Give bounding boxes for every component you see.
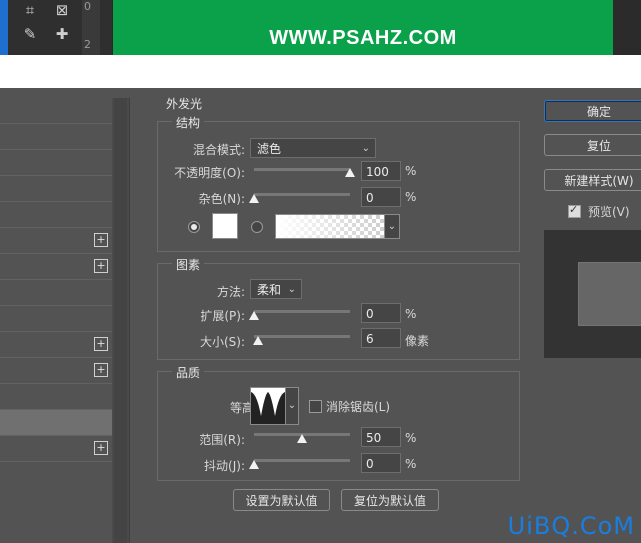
gradient-swatch[interactable] xyxy=(275,214,385,239)
panel-divider xyxy=(129,98,130,543)
jitter-unit: % xyxy=(405,457,417,471)
tools-panel: ⌗ ⊠ ✎ ✚ 0 2 xyxy=(0,0,112,55)
style-list-item[interactable] xyxy=(0,384,112,410)
panel-title: 外发光 xyxy=(162,95,207,112)
method-select[interactable]: 柔和 ⌄ xyxy=(250,279,302,299)
glow-color-swatch[interactable] xyxy=(212,213,238,239)
preview-checkbox[interactable] xyxy=(568,203,581,218)
contour-curve-icon xyxy=(251,392,285,424)
method-label: 方法: xyxy=(216,285,245,299)
preview-swatch xyxy=(578,262,641,326)
watermark: UiBQ.CoM xyxy=(507,512,635,540)
size-slider-thumb[interactable] xyxy=(252,336,263,345)
jitter-label: 抖动(J): xyxy=(204,459,245,473)
scrollbar-thumb[interactable] xyxy=(114,98,127,543)
style-list-item[interactable] xyxy=(0,280,112,306)
opacity-slider-thumb[interactable] xyxy=(345,168,355,177)
gradient-radio[interactable] xyxy=(251,221,263,233)
range-label: 范围(R): xyxy=(199,433,245,447)
eyedropper-icon[interactable]: ✎ xyxy=(20,24,40,44)
style-list: + + + + + xyxy=(0,98,112,543)
tools-edge xyxy=(0,0,8,55)
add-style-icon[interactable]: + xyxy=(94,233,108,247)
set-default-button[interactable]: 设置为默认值 xyxy=(233,489,330,511)
ruler-tick-label: 0 xyxy=(84,0,91,13)
blend-mode-value: 滤色 xyxy=(257,142,282,156)
style-list-item[interactable]: + xyxy=(0,358,112,384)
noise-label: 杂色(N): xyxy=(198,192,245,206)
opacity-slider[interactable] xyxy=(254,168,350,171)
range-slider-thumb[interactable] xyxy=(297,434,307,443)
noise-input[interactable]: 0 xyxy=(361,187,401,207)
jitter-slider-thumb[interactable] xyxy=(249,460,259,469)
canvas-white-strip xyxy=(0,55,641,88)
style-preview xyxy=(544,230,641,358)
chevron-down-icon[interactable]: ⌄ xyxy=(285,387,299,425)
spread-unit: % xyxy=(405,307,417,321)
style-list-item[interactable] xyxy=(0,98,112,124)
ok-button[interactable]: 确定 xyxy=(544,100,641,122)
frame-icon[interactable]: ⊠ xyxy=(52,0,72,20)
preview-label: 预览(V) xyxy=(588,205,630,219)
noise-unit: % xyxy=(405,190,417,204)
style-list-scrollbar[interactable] xyxy=(112,98,129,543)
style-list-item[interactable] xyxy=(0,150,112,176)
size-slider[interactable] xyxy=(254,335,350,338)
blend-mode-select[interactable]: 滤色 ⌄ xyxy=(250,138,376,158)
size-label: 大小(S): xyxy=(199,335,245,349)
ruler-tick-label: 2 xyxy=(84,38,91,51)
elements-title: 图素 xyxy=(172,256,205,273)
chevron-down-icon[interactable]: ⌄ xyxy=(384,214,400,239)
style-list-item[interactable] xyxy=(0,124,112,150)
spread-input[interactable]: 0 xyxy=(361,303,401,323)
opacity-unit: % xyxy=(405,164,417,178)
spread-label: 扩展(P): xyxy=(200,309,245,323)
size-input[interactable]: 6 xyxy=(361,328,401,348)
opacity-input[interactable]: 100 xyxy=(361,161,401,181)
healing-brush-icon[interactable]: ✚ xyxy=(52,24,72,44)
style-list-item[interactable]: + xyxy=(0,228,112,254)
reset-default-button[interactable]: 复位为默认值 xyxy=(341,489,439,511)
add-style-icon[interactable]: + xyxy=(94,259,108,273)
structure-title: 结构 xyxy=(172,114,205,131)
canvas-edge xyxy=(613,0,641,55)
blend-mode-label: 混合模式: xyxy=(192,143,245,157)
quality-title: 品质 xyxy=(172,364,205,381)
style-list-item[interactable] xyxy=(0,410,112,436)
chevron-down-icon: ⌄ xyxy=(287,284,296,295)
vertical-ruler: 0 2 xyxy=(82,0,100,55)
antialias-label: 消除锯齿(L) xyxy=(326,400,391,414)
solid-color-radio[interactable] xyxy=(188,221,200,233)
chevron-down-icon: ⌄ xyxy=(361,143,370,154)
crop-icon[interactable]: ⌗ xyxy=(20,0,40,20)
size-unit: 像素 xyxy=(405,334,430,348)
jitter-input[interactable]: 0 xyxy=(361,453,401,473)
range-unit: % xyxy=(405,431,417,445)
spread-slider[interactable] xyxy=(254,310,350,313)
noise-slider-thumb[interactable] xyxy=(249,194,259,203)
reset-button[interactable]: 复位 xyxy=(544,134,641,156)
jitter-slider[interactable] xyxy=(254,459,350,462)
style-list-item[interactable] xyxy=(0,202,112,228)
new-style-button[interactable]: 新建样式(W) xyxy=(544,169,641,191)
style-list-item[interactable] xyxy=(0,176,112,202)
antialias-checkbox[interactable] xyxy=(309,400,322,413)
opacity-label: 不透明度(O): xyxy=(174,166,245,180)
noise-slider[interactable] xyxy=(254,193,350,196)
style-list-item[interactable] xyxy=(0,306,112,332)
contour-preview[interactable] xyxy=(250,387,286,425)
website-banner: WWW.PSAHZ.COM xyxy=(113,0,613,55)
range-input[interactable]: 50 xyxy=(361,427,401,447)
spread-slider-thumb[interactable] xyxy=(249,311,259,320)
add-style-icon[interactable]: + xyxy=(94,337,108,351)
style-list-item[interactable]: + xyxy=(0,254,112,280)
style-list-item[interactable]: + xyxy=(0,436,112,462)
style-list-item[interactable]: + xyxy=(0,332,112,358)
add-style-icon[interactable]: + xyxy=(94,441,108,455)
add-style-icon[interactable]: + xyxy=(94,363,108,377)
method-value: 柔和 xyxy=(257,283,282,297)
